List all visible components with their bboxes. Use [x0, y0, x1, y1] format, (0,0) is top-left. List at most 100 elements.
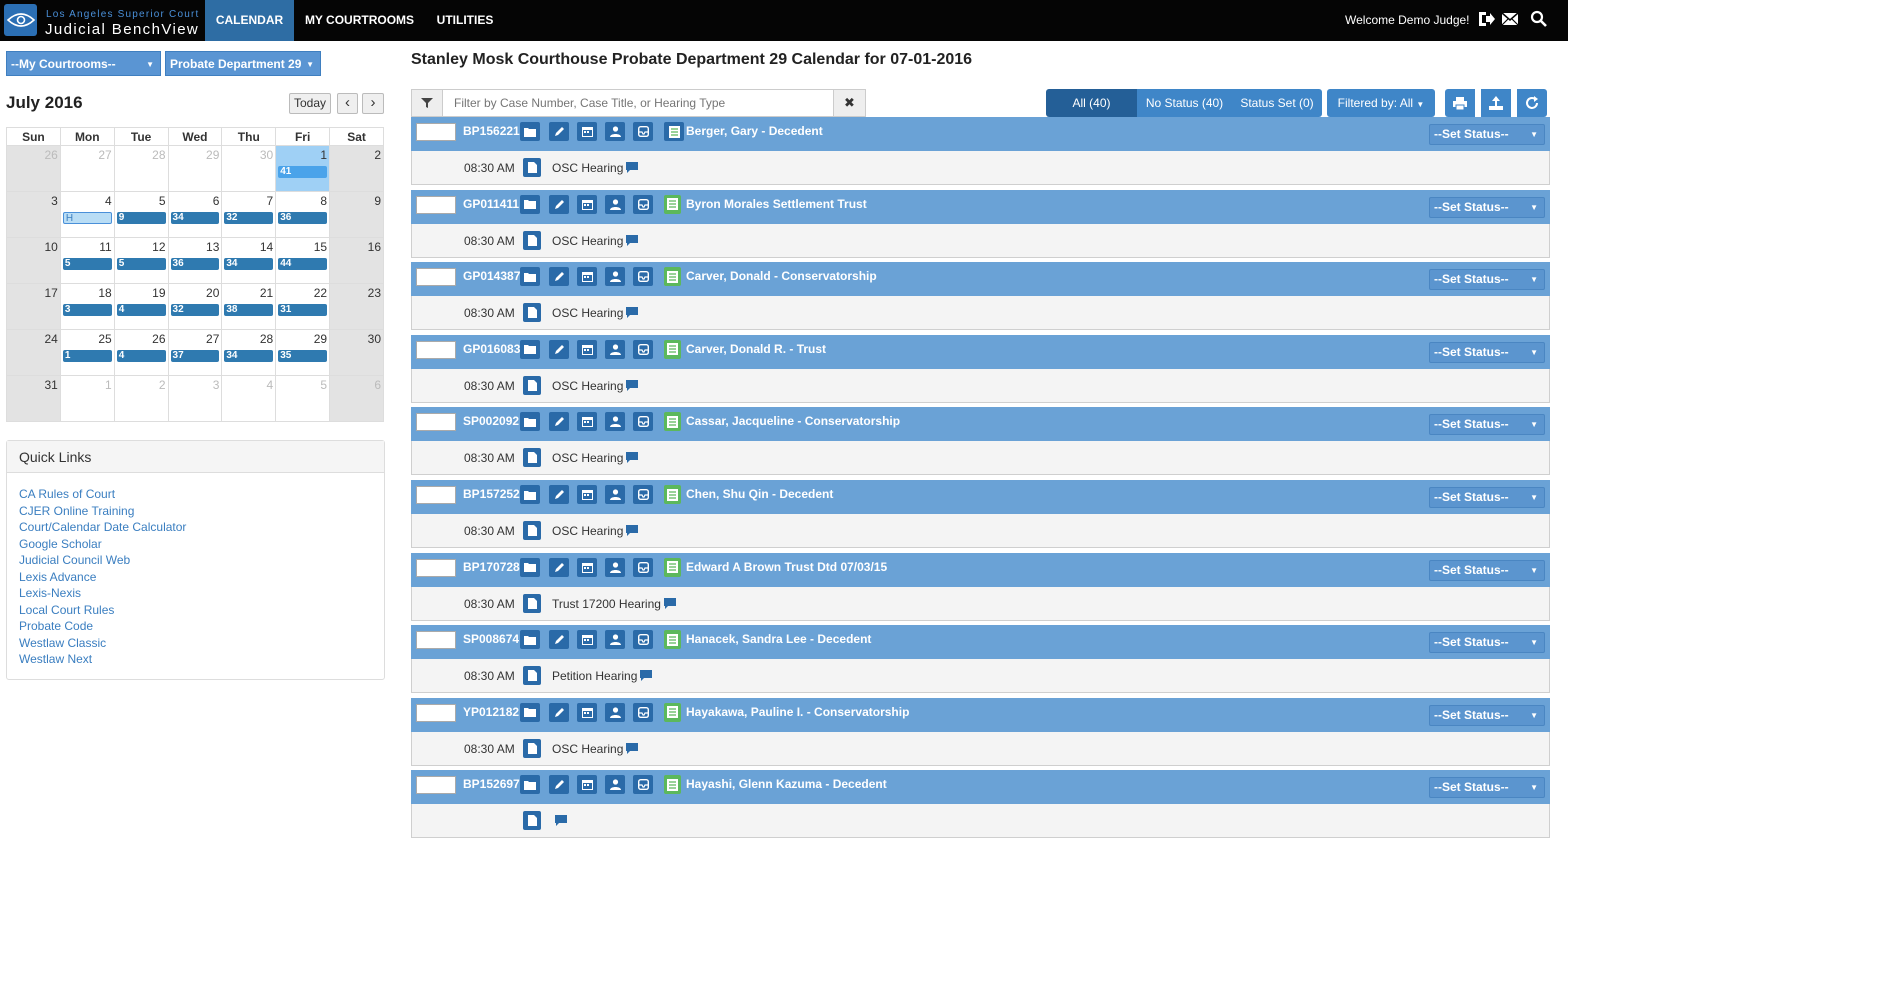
folder-icon[interactable]	[520, 339, 540, 359]
set-status-select[interactable]: --Set Status-- ▼	[1429, 777, 1545, 799]
hearing-count-badge[interactable]: 41	[278, 166, 328, 178]
comment-icon[interactable]	[626, 234, 639, 249]
document-icon[interactable]	[523, 158, 541, 177]
logout-icon[interactable]	[1477, 10, 1495, 28]
calendar-icon[interactable]	[577, 485, 597, 504]
document-icon[interactable]	[523, 375, 541, 395]
folder-icon[interactable]	[520, 194, 540, 214]
hearing-count-badge[interactable]: 5	[116, 258, 166, 270]
calendar-day-cell[interactable]: 25 1	[59, 329, 115, 376]
calendar-day-cell[interactable]: 3	[167, 375, 223, 422]
calendar-day-cell[interactable]: 4H	[59, 191, 115, 238]
calendar-day-cell[interactable]: 2	[329, 145, 384, 192]
case-title[interactable]: Hanacek, Sandra Lee - Decedent	[686, 632, 871, 646]
calendar-icon[interactable]	[577, 775, 597, 795]
hearing-count-badge[interactable]: 4	[116, 304, 166, 316]
folder-icon[interactable]	[520, 775, 540, 795]
hearing-count-badge[interactable]: 36	[170, 258, 220, 270]
next-month-button[interactable]: ›	[362, 93, 384, 114]
search-icon[interactable]	[1530, 10, 1548, 28]
inbox-icon[interactable]	[633, 267, 653, 287]
case-title[interactable]: Berger, Gary - Decedent	[686, 124, 823, 138]
calendar-day-cell[interactable]: 2	[113, 375, 169, 422]
hearing-count-badge[interactable]: 32	[170, 304, 220, 316]
case-number[interactable]: SP008674	[463, 632, 519, 646]
set-status-select[interactable]: --Set Status-- ▼	[1429, 559, 1545, 581]
comment-icon[interactable]	[640, 670, 653, 684]
calendar-day-cell[interactable]: 17	[6, 283, 61, 330]
calendar-day-cell[interactable]: 12 5	[113, 237, 169, 284]
quick-link[interactable]: Lexis-Nexis	[19, 585, 186, 602]
user-icon[interactable]	[605, 267, 625, 287]
set-status-select[interactable]: --Set Status-- ▼	[1429, 196, 1545, 218]
folder-icon[interactable]	[520, 485, 540, 504]
filter-icon[interactable]	[412, 90, 443, 116]
hearing-count-badge[interactable]: 34	[224, 258, 274, 270]
inbox-icon[interactable]	[633, 122, 653, 141]
pencil-icon[interactable]	[549, 267, 569, 287]
case-number[interactable]: GP016083	[463, 342, 520, 356]
case-select-checkbox[interactable]	[416, 123, 456, 141]
case-select-checkbox[interactable]	[416, 558, 456, 577]
today-button[interactable]: Today	[289, 93, 331, 114]
calendar-day-cell[interactable]: 22 31	[275, 283, 331, 330]
case-number[interactable]: BP157252	[463, 487, 520, 501]
user-icon[interactable]	[605, 775, 625, 795]
hearing-count-badge[interactable]: 36	[278, 212, 328, 224]
calendar-day-cell[interactable]: 30	[329, 329, 384, 376]
folder-icon[interactable]	[520, 267, 540, 287]
inbox-icon[interactable]	[633, 630, 653, 650]
case-title[interactable]: Hayakawa, Pauline I. - Conservatorship	[686, 705, 909, 719]
pencil-icon[interactable]	[549, 557, 569, 577]
user-icon[interactable]	[605, 485, 625, 504]
calendar-icon[interactable]	[577, 194, 597, 214]
calendar-day-cell[interactable]: 59	[113, 191, 169, 238]
hearing-count-badge[interactable]: 37	[170, 350, 220, 362]
hearing-count-badge[interactable]: 38	[224, 304, 274, 316]
case-title[interactable]: Byron Morales Settlement Trust	[686, 197, 867, 211]
case-number[interactable]: SP002092	[463, 414, 519, 428]
case-select-checkbox[interactable]	[416, 195, 456, 214]
print-button[interactable]	[1445, 89, 1475, 117]
user-icon[interactable]	[605, 702, 625, 722]
pencil-icon[interactable]	[549, 485, 569, 504]
calendar-icon[interactable]	[577, 267, 597, 287]
user-icon[interactable]	[605, 557, 625, 577]
case-select-checkbox[interactable]	[416, 413, 456, 432]
clear-filter-button[interactable]: ✖	[833, 90, 865, 116]
pencil-icon[interactable]	[549, 702, 569, 722]
calendar-day-cell[interactable]: 29	[167, 145, 223, 192]
tab-status-set[interactable]: Status Set (0)	[1232, 89, 1322, 117]
nav-utilities[interactable]: UTILITIES	[425, 0, 505, 41]
calendar-day-cell[interactable]: 9	[329, 191, 384, 238]
department-select[interactable]: Probate Department 29 ▼	[165, 51, 321, 76]
pencil-icon[interactable]	[549, 412, 569, 432]
hearing-count-badge[interactable]: 32	[224, 212, 274, 224]
quick-link[interactable]: Court/Calendar Date Calculator	[19, 519, 186, 536]
calendar-day-cell[interactable]: 13 36	[167, 237, 223, 284]
quick-link[interactable]: Lexis Advance	[19, 569, 186, 586]
refresh-button[interactable]	[1517, 89, 1547, 117]
calendar-day-cell[interactable]: 21 38	[221, 283, 277, 330]
calendar-icon[interactable]	[577, 630, 597, 650]
calendar-day-cell[interactable]: 6 34	[167, 191, 223, 238]
calendar-day-cell[interactable]: 1 41	[275, 145, 331, 192]
calendar-icon[interactable]	[577, 702, 597, 722]
case-select-checkbox[interactable]	[416, 340, 456, 359]
quick-link[interactable]: Google Scholar	[19, 536, 186, 553]
calendar-day-cell[interactable]: 28 34	[221, 329, 277, 376]
calendar-day-cell[interactable]: 6	[329, 375, 384, 422]
case-title[interactable]: Edward A Brown Trust Dtd 07/03/15	[686, 560, 887, 574]
calendar-day-cell[interactable]: 10	[6, 237, 61, 284]
case-title[interactable]: Carver, Donald R. - Trust	[686, 342, 826, 356]
notes-icon[interactable]	[664, 702, 681, 722]
hearing-count-badge[interactable]: 5	[62, 258, 112, 270]
courtrooms-select[interactable]: --My Courtrooms-- ▼	[6, 51, 161, 76]
folder-icon[interactable]	[520, 557, 540, 577]
calendar-day-cell[interactable]: 15 44	[275, 237, 331, 284]
document-icon[interactable]	[523, 738, 541, 758]
case-filter-input[interactable]	[446, 90, 834, 116]
pencil-icon[interactable]	[549, 339, 569, 359]
folder-icon[interactable]	[520, 702, 540, 722]
quick-link[interactable]: CJER Online Training	[19, 503, 186, 520]
